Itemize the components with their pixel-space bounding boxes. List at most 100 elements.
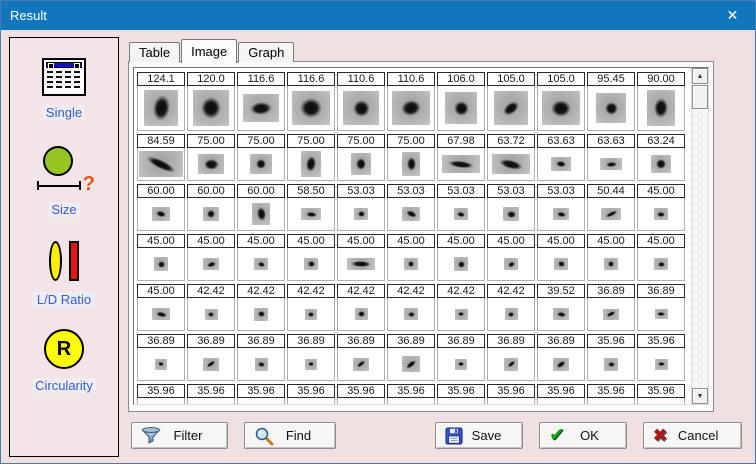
sidebar-item-ld-ratio[interactable]: L/D Ratio: [34, 217, 94, 307]
particle-cell[interactable]: 45.00: [637, 184, 685, 231]
particle-cell[interactable]: 42.42: [437, 284, 485, 331]
particle-image: [542, 91, 580, 125]
particle-cell[interactable]: 53.03: [537, 184, 585, 231]
particle-image-area: [338, 198, 384, 230]
particle-cell[interactable]: 124.1: [137, 72, 185, 131]
particle-cell[interactable]: 84.59: [137, 134, 185, 181]
particle-cell[interactable]: 63.72: [487, 134, 535, 181]
scroll-up-button[interactable]: ▲: [692, 68, 708, 84]
particle-cell[interactable]: 110.6: [337, 72, 385, 131]
particle-cell[interactable]: 58.50: [287, 184, 335, 231]
particle-cell[interactable]: 45.00: [337, 234, 385, 281]
particle-cell[interactable]: 45.00: [437, 234, 485, 281]
particle-cell[interactable]: 45.00: [387, 234, 435, 281]
particle-cell[interactable]: 116.6: [287, 72, 335, 131]
particle-cell[interactable]: 95.45: [587, 72, 635, 131]
particle-cell[interactable]: 106.0: [437, 72, 485, 131]
particle-cell[interactable]: 45.00: [487, 234, 535, 281]
particle-cell[interactable]: 35.96: [587, 334, 635, 381]
tab-table[interactable]: Table: [129, 42, 180, 62]
particle-cell[interactable]: 36.89: [587, 284, 635, 331]
particle-cell[interactable]: 75.00: [187, 134, 235, 181]
particle-cell[interactable]: 45.00: [187, 234, 235, 281]
particle-cell[interactable]: 63.63: [537, 134, 585, 181]
particle-cell[interactable]: 35.96: [287, 384, 335, 404]
particle-cell[interactable]: 35.96: [137, 384, 185, 404]
find-button[interactable]: Find: [244, 422, 336, 449]
particle-cell[interactable]: 60.00: [137, 184, 185, 231]
particle-cell[interactable]: 36.89: [387, 334, 435, 381]
close-button[interactable]: ✕: [710, 1, 755, 30]
particle-cell[interactable]: 110.6: [387, 72, 435, 131]
particle-image: [654, 258, 668, 270]
particle-cell[interactable]: 75.00: [387, 134, 435, 181]
particle-cell[interactable]: 36.89: [487, 334, 535, 381]
particle-cell[interactable]: 36.89: [237, 334, 285, 381]
particle-cell[interactable]: 35.96: [537, 384, 585, 404]
particle-cell[interactable]: 35.96: [587, 384, 635, 404]
particle-cell[interactable]: 36.89: [337, 334, 385, 381]
particle-cell[interactable]: 63.63: [587, 134, 635, 181]
particle-cell[interactable]: 42.42: [187, 284, 235, 331]
particle-cell[interactable]: 42.42: [387, 284, 435, 331]
particle-cell[interactable]: 90.00: [637, 72, 685, 131]
particle-cell[interactable]: 36.89: [437, 334, 485, 381]
particle-cell[interactable]: 45.00: [287, 234, 335, 281]
particle-cell[interactable]: 36.89: [637, 284, 685, 331]
particle-cell[interactable]: 39.52: [537, 284, 585, 331]
particle-value: 45.00: [587, 234, 635, 248]
particle-cell[interactable]: 45.00: [537, 234, 585, 281]
particle-cell[interactable]: 35.96: [187, 384, 235, 404]
particle-cell[interactable]: 35.96: [437, 384, 485, 404]
particle-cell[interactable]: 35.96: [487, 384, 535, 404]
particle-cell[interactable]: 36.89: [187, 334, 235, 381]
particle-cell[interactable]: 53.03: [337, 184, 385, 231]
scrollbar-thumb[interactable]: [692, 85, 708, 109]
tab-graph[interactable]: Graph: [238, 42, 294, 62]
particle-cell[interactable]: 50.44: [587, 184, 635, 231]
particle-cell[interactable]: 36.89: [137, 334, 185, 381]
scroll-down-button[interactable]: ▼: [692, 388, 708, 404]
particle-cell[interactable]: 36.89: [287, 334, 335, 381]
particle-cell[interactable]: 120.0: [187, 72, 235, 131]
sidebar-item-circularity[interactable]: R Circularity: [32, 307, 96, 393]
particle-cell[interactable]: 35.96: [387, 384, 435, 404]
sidebar-item-single[interactable]: Single: [42, 38, 86, 120]
particle-cell[interactable]: 53.03: [437, 184, 485, 231]
particle-cell[interactable]: 53.03: [487, 184, 535, 231]
particle-cell[interactable]: 105.0: [487, 72, 535, 131]
particle-cell[interactable]: 45.00: [237, 234, 285, 281]
particle-cell[interactable]: 35.96: [337, 384, 385, 404]
particle-cell[interactable]: 35.96: [637, 334, 685, 381]
ok-button[interactable]: ✔ OK: [539, 422, 627, 449]
particle-image-area: [338, 348, 384, 380]
particle-cell[interactable]: 60.00: [187, 184, 235, 231]
particle-cell[interactable]: 63.24: [637, 134, 685, 181]
cancel-button[interactable]: ✖ Cancel: [643, 422, 742, 449]
particle-cell[interactable]: 60.00: [237, 184, 285, 231]
particle-cell[interactable]: 35.96: [237, 384, 285, 404]
particle-cell[interactable]: 45.00: [137, 284, 185, 331]
particle-cell[interactable]: 45.00: [137, 234, 185, 281]
particle-cell[interactable]: 75.00: [237, 134, 285, 181]
tab-image[interactable]: Image: [181, 39, 237, 63]
particle-cell[interactable]: 67.98: [437, 134, 485, 181]
particle-cell[interactable]: 53.03: [387, 184, 435, 231]
cancel-button-label: Cancel: [667, 428, 729, 443]
particle-cell[interactable]: 42.42: [287, 284, 335, 331]
particle-cell[interactable]: 42.42: [337, 284, 385, 331]
save-button[interactable]: Save: [435, 422, 523, 449]
vertical-scrollbar[interactable]: ▲ ▼: [691, 68, 708, 404]
particle-cell[interactable]: 35.96: [637, 384, 685, 404]
particle-cell[interactable]: 45.00: [587, 234, 635, 281]
particle-cell[interactable]: 105.0: [537, 72, 585, 131]
particle-cell[interactable]: 116.6: [237, 72, 285, 131]
filter-button[interactable]: Filter: [131, 422, 228, 449]
particle-cell[interactable]: 45.00: [637, 234, 685, 281]
sidebar-item-size[interactable]: ? Size: [33, 120, 95, 217]
particle-cell[interactable]: 75.00: [287, 134, 335, 181]
particle-cell[interactable]: 36.89: [537, 334, 585, 381]
particle-cell[interactable]: 75.00: [337, 134, 385, 181]
particle-cell[interactable]: 42.42: [487, 284, 535, 331]
particle-cell[interactable]: 42.42: [237, 284, 285, 331]
